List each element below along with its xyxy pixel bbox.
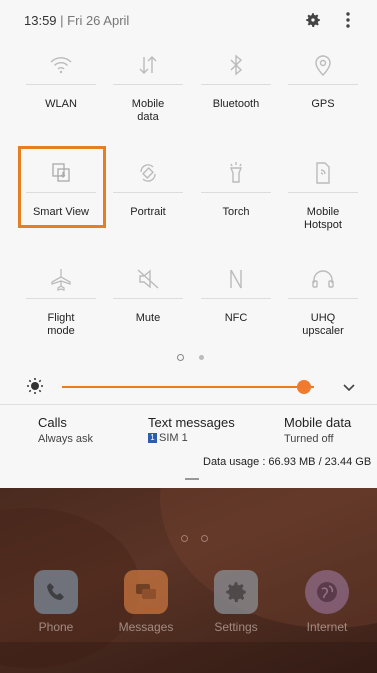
internet-icon — [305, 570, 349, 614]
tile-separator — [201, 192, 271, 193]
wifi-icon — [50, 57, 72, 74]
app-internet[interactable]: Internet — [297, 570, 357, 634]
sim-label: SIM 1 — [159, 432, 188, 444]
tile-label: WLAN — [45, 98, 77, 110]
tile-gps[interactable]: GPS — [278, 52, 368, 110]
phone-icon — [34, 570, 78, 614]
more-options-icon[interactable] — [340, 10, 356, 30]
tile-separator — [113, 84, 183, 85]
text-messages-subtitle: 1 SIM 1 — [148, 432, 188, 444]
tile-separator — [26, 84, 96, 85]
status-time: 13:59 | Fri 26 April — [24, 13, 129, 28]
app-messages[interactable]: Messages — [116, 570, 176, 634]
app-settings[interactable]: Settings — [206, 570, 266, 634]
gear-icon[interactable] — [304, 11, 322, 29]
tile-wlan[interactable]: WLAN — [16, 52, 106, 110]
tile-label: UHQ upscaler — [302, 312, 344, 337]
tile-mobile-data[interactable]: Mobile data — [103, 52, 193, 123]
tile-label: Flight mode — [47, 312, 75, 337]
tile-uhq-upscaler[interactable]: UHQ upscaler — [278, 266, 368, 337]
tile-label: Bluetooth — [212, 98, 260, 110]
home-screen-background: Phone Messages Settings Internet — [0, 488, 377, 673]
tile-separator — [26, 298, 96, 299]
tile-label: Mobile data — [131, 98, 165, 123]
location-pin-icon — [315, 55, 331, 76]
mute-icon — [137, 269, 159, 289]
tile-mute[interactable]: Mute — [103, 266, 193, 324]
brightness-icon — [27, 378, 43, 394]
home-page-dot — [201, 535, 208, 542]
mobile-data-title[interactable]: Mobile data — [284, 415, 351, 430]
app-phone[interactable]: Phone — [26, 570, 86, 634]
rotate-icon — [140, 164, 156, 182]
tile-portrait[interactable]: Portrait — [103, 160, 193, 218]
dock-tray — [0, 642, 377, 673]
airplane-icon — [51, 269, 71, 291]
tile-torch[interactable]: Torch — [191, 160, 281, 218]
sim-badge-icon: 1 — [148, 433, 157, 444]
tile-label: Mobile Hotspot — [304, 206, 342, 231]
mobile-data-icon — [139, 56, 157, 74]
tile-bluetooth[interactable]: Bluetooth — [191, 52, 281, 110]
settings-icon — [214, 570, 258, 614]
date-text: Fri 26 April — [67, 13, 130, 28]
app-label: Settings — [214, 620, 258, 634]
tile-label: Portrait — [130, 206, 166, 218]
calls-title[interactable]: Calls — [38, 415, 67, 430]
time-text: 13:59 — [24, 13, 57, 28]
divider — [0, 404, 377, 405]
tile-separator — [288, 192, 358, 193]
tile-label: Torch — [222, 206, 250, 218]
brightness-slider-knob[interactable] — [296, 380, 311, 394]
data-usage-text: Data usage : 66.93 MB / 23.44 GB — [203, 456, 372, 468]
bluetooth-icon — [230, 54, 243, 76]
torch-icon — [229, 162, 243, 183]
mobile-data-subtitle: Turned off — [284, 433, 334, 445]
quick-settings-panel: 13:59 | Fri 26 April WLAN Mobile data Blu… — [0, 0, 377, 488]
tile-label: Mute — [135, 312, 161, 324]
page-dot — [199, 355, 204, 360]
page-dot-active — [177, 354, 184, 361]
tile-separator — [288, 298, 358, 299]
tile-label: NFC — [224, 312, 248, 324]
app-label: Internet — [306, 620, 348, 634]
tile-label: GPS — [311, 98, 335, 110]
home-page-dot — [181, 535, 188, 542]
hotspot-icon — [316, 162, 330, 184]
nfc-icon — [230, 269, 242, 289]
tile-nfc[interactable]: NFC — [191, 266, 281, 324]
headphones-icon — [312, 270, 334, 288]
tile-separator — [201, 298, 271, 299]
messages-icon — [124, 570, 168, 614]
tile-separator — [113, 298, 183, 299]
tile-separator — [288, 84, 358, 85]
app-label: Messages — [118, 620, 174, 634]
text-messages-title[interactable]: Text messages — [148, 415, 235, 430]
smart-view-highlight — [18, 146, 106, 228]
tile-mobile-hotspot[interactable]: Mobile Hotspot — [278, 160, 368, 231]
status-bar: 13:59 | Fri 26 April — [0, 0, 377, 44]
chevron-down-icon[interactable] — [342, 380, 356, 394]
brightness-slider-track[interactable] — [62, 386, 314, 388]
tile-flight-mode[interactable]: Flight mode — [16, 266, 106, 337]
panel-drag-handle[interactable] — [185, 478, 199, 480]
tile-separator — [113, 192, 183, 193]
app-label: Phone — [38, 620, 74, 634]
tile-separator — [201, 84, 271, 85]
calls-subtitle: Always ask — [38, 433, 94, 445]
